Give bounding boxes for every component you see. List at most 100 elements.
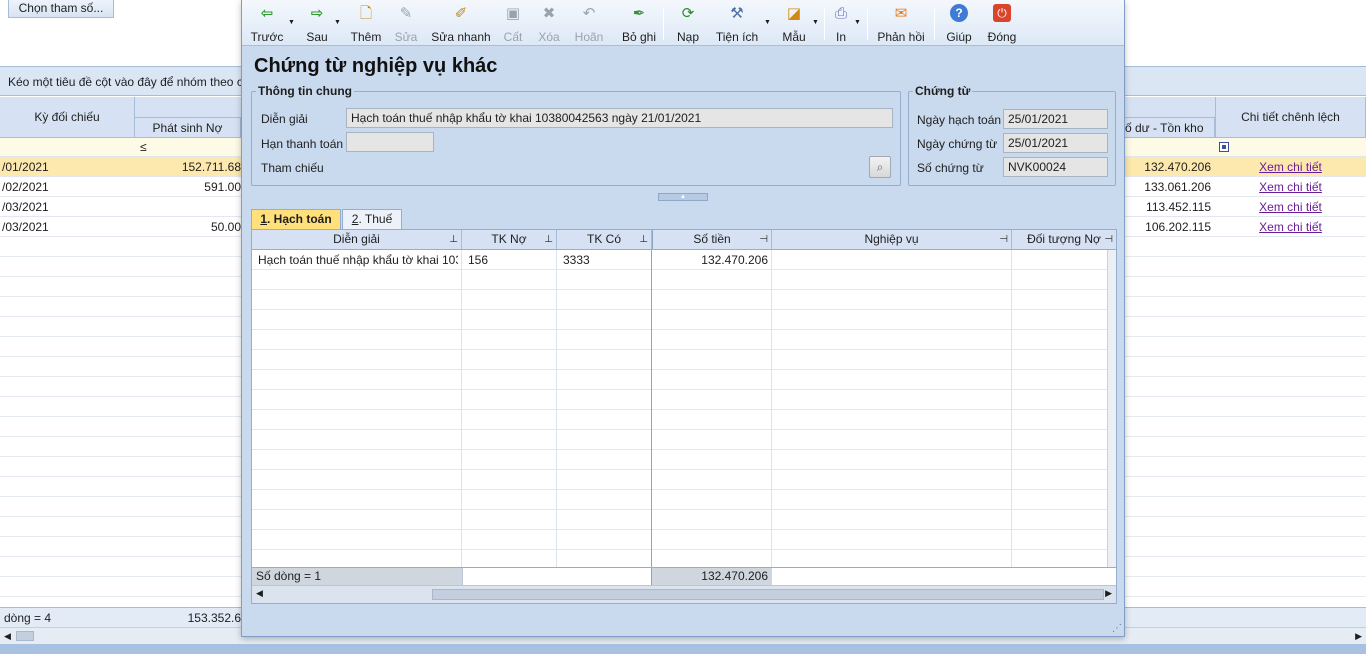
utilities-dropdown[interactable]: ▼	[762, 4, 772, 44]
search-icon: ⌕	[876, 160, 884, 174]
description-input[interactable]: Hạch toán thuế nhập khẩu tờ khai 1038004…	[346, 108, 893, 128]
resize-grip-icon[interactable]: ⋰	[1112, 623, 1122, 634]
tools-icon: ⚒	[730, 5, 744, 22]
col-so-du-ton-kho[interactable]: ố dư - Tồn kho	[1125, 117, 1215, 137]
utilities-button[interactable]: ⚒ Tiện ích	[712, 4, 762, 44]
tab-hach-toan[interactable]: 1. Hạch toán	[251, 209, 341, 229]
row-count: dòng = 4	[4, 611, 52, 625]
view-detail-link[interactable]: Xem chi tiết	[1215, 197, 1366, 217]
unpost-button[interactable]: ✒ Bỏ ghi	[618, 4, 660, 44]
prev-button[interactable]: ⇦ Trước	[248, 4, 286, 44]
dropdown-arrow-icon: ▼	[334, 19, 341, 26]
voucher-date-input[interactable]: 25/01/2021	[1003, 133, 1108, 153]
quick-edit-icon: ✐	[454, 5, 468, 22]
power-icon: ⏻	[993, 4, 1011, 22]
scroll-right-icon[interactable]: ▶	[1355, 631, 1362, 642]
view-detail-link[interactable]: Xem chi tiết	[1215, 157, 1366, 177]
voucher-dialog: ⇦ Trước ▼ ⇨ Sau ▼ 🗋 Thêm ✎ Sửa ✐ Sửa nha…	[241, 0, 1125, 637]
toolbar-separator	[934, 8, 935, 40]
col-nghiep-vu[interactable]: Nghiệp vụ ⊣	[772, 230, 1012, 249]
unpost-pen-icon: ✒	[632, 5, 646, 22]
scroll-thumb[interactable]	[432, 589, 1104, 600]
collapse-splitter[interactable]: ▲	[658, 193, 708, 201]
col-tk-co[interactable]: TK Có ⊥	[557, 230, 652, 249]
scroll-right-icon[interactable]: ▶	[1105, 588, 1112, 599]
reference-label: Tham chiếu	[261, 161, 324, 175]
edit-button[interactable]: ✎ Sửa	[388, 4, 424, 44]
new-document-icon: 🗋	[359, 5, 373, 22]
posting-date-label: Ngày hạch toán	[917, 113, 1002, 127]
print-button[interactable]: ⎙ In	[830, 4, 852, 44]
template-button[interactable]: ◪ Mẫu	[778, 4, 810, 44]
footer-debit-total: 153.352.6	[187, 611, 241, 625]
reference-lookup-button[interactable]: ⌕	[869, 156, 891, 178]
print-dropdown[interactable]: ▼	[852, 4, 862, 44]
pin-icon[interactable]: ⊥	[544, 230, 553, 249]
help-button[interactable]: ? Giúp	[942, 4, 976, 44]
prev-dropdown[interactable]: ▼	[286, 4, 296, 44]
row-count: Số dòng = 1	[252, 568, 462, 585]
scroll-left-icon[interactable]: ◀	[256, 588, 263, 599]
filter-checkbox[interactable]	[1219, 142, 1229, 152]
due-date-label: Hạn thanh toán	[261, 137, 344, 151]
voucher-date-label: Ngày chứng từ	[917, 137, 998, 151]
col-ky-doi-chieu[interactable]: Kỳ đối chiếu	[0, 97, 135, 137]
pin-icon[interactable]: ⊣	[1104, 230, 1113, 249]
undo-icon: ↶	[582, 5, 596, 22]
scroll-left-icon[interactable]: ◀	[4, 631, 11, 642]
toolbar-separator	[824, 8, 825, 40]
general-info-legend: Thông tin chung	[258, 84, 352, 98]
grid-vertical-scrollbar[interactable]	[1107, 250, 1116, 567]
delete-button[interactable]: ✖ Xóa	[532, 4, 566, 44]
grid-header: Diễn giải ⊥ TK Nợ ⊥ TK Có ⊥ Số tiền ⊣ Nghiệp…	[252, 230, 1116, 250]
template-dropdown[interactable]: ▼	[810, 4, 820, 44]
close-button[interactable]: ⏻ Đóng	[984, 4, 1020, 44]
pin-icon[interactable]: ⊣	[759, 230, 768, 249]
refresh-icon: ⟳	[681, 5, 695, 22]
help-icon: ?	[950, 4, 968, 22]
voucher-number-input[interactable]: NVK00024	[1003, 157, 1108, 177]
delete-icon: ✖	[542, 5, 556, 22]
choose-params-button[interactable]: Chọn tham số...	[8, 0, 114, 18]
arrow-left-icon: ⇦	[260, 5, 274, 22]
pin-icon[interactable]: ⊥	[639, 230, 648, 249]
table-row[interactable]: Hạch toán thuế nhập khẩu tờ khai 1038 15…	[252, 250, 1107, 270]
add-button[interactable]: 🗋 Thêm	[348, 4, 384, 44]
col-dien-giai[interactable]: Diễn giải ⊥	[252, 230, 462, 249]
filter-operator[interactable]: ≤	[140, 140, 147, 154]
dropdown-arrow-icon: ▼	[764, 19, 771, 26]
posting-date-input[interactable]: 25/01/2021	[1003, 109, 1108, 129]
description-label: Diễn giải	[261, 112, 308, 126]
total-amount: 132.470.206	[652, 568, 772, 585]
pin-icon[interactable]: ⊣	[999, 230, 1008, 249]
scroll-thumb[interactable]	[16, 631, 34, 641]
toolbar-separator	[867, 8, 868, 40]
next-button[interactable]: ⇨ Sau	[301, 4, 333, 44]
next-dropdown[interactable]: ▼	[332, 4, 342, 44]
reload-button[interactable]: ⟳ Nạp	[672, 4, 704, 44]
col-phat-sinh-no[interactable]: Phát sinh Nợ	[135, 117, 241, 137]
grid-body[interactable]	[252, 250, 1107, 567]
grid-footer: Số dòng = 1 132.470.206	[252, 567, 1116, 585]
quick-edit-button[interactable]: ✐ Sửa nhanh	[430, 4, 492, 44]
save-icon: ▣	[505, 5, 521, 22]
pin-icon[interactable]: ⊥	[449, 230, 458, 249]
grid-horizontal-scrollbar[interactable]: ◀ ▶	[252, 585, 1116, 603]
feedback-button[interactable]: ✉ Phản hồi	[874, 4, 928, 44]
col-chi-tiet-chenh-lech[interactable]: Chi tiết chênh lệch	[1215, 97, 1366, 137]
undo-button[interactable]: ↶ Hoãn	[571, 4, 607, 44]
edit-document-icon: ✎	[399, 5, 413, 22]
col-tk-no[interactable]: TK Nợ ⊥	[462, 230, 557, 249]
save-button[interactable]: ▣ Cất	[498, 4, 528, 44]
arrow-right-icon: ⇨	[310, 5, 324, 22]
col-doi-tuong-no[interactable]: Đối tượng Nợ ⊣	[1012, 230, 1116, 249]
accounting-grid: Diễn giải ⊥ TK Nợ ⊥ TK Có ⊥ Số tiền ⊣ Nghiệp…	[251, 229, 1117, 604]
tab-thue[interactable]: 2. Thuế	[342, 209, 402, 229]
chevron-up-icon: ▲	[680, 194, 686, 200]
voucher-legend: Chứng từ	[915, 84, 971, 98]
view-detail-link[interactable]: Xem chi tiết	[1215, 217, 1366, 237]
due-date-input[interactable]	[346, 132, 434, 152]
dialog-title: Chứng từ nghiệp vụ khác	[254, 55, 498, 77]
col-so-tien[interactable]: Số tiền ⊣	[652, 230, 772, 249]
view-detail-link[interactable]: Xem chi tiết	[1215, 177, 1366, 197]
